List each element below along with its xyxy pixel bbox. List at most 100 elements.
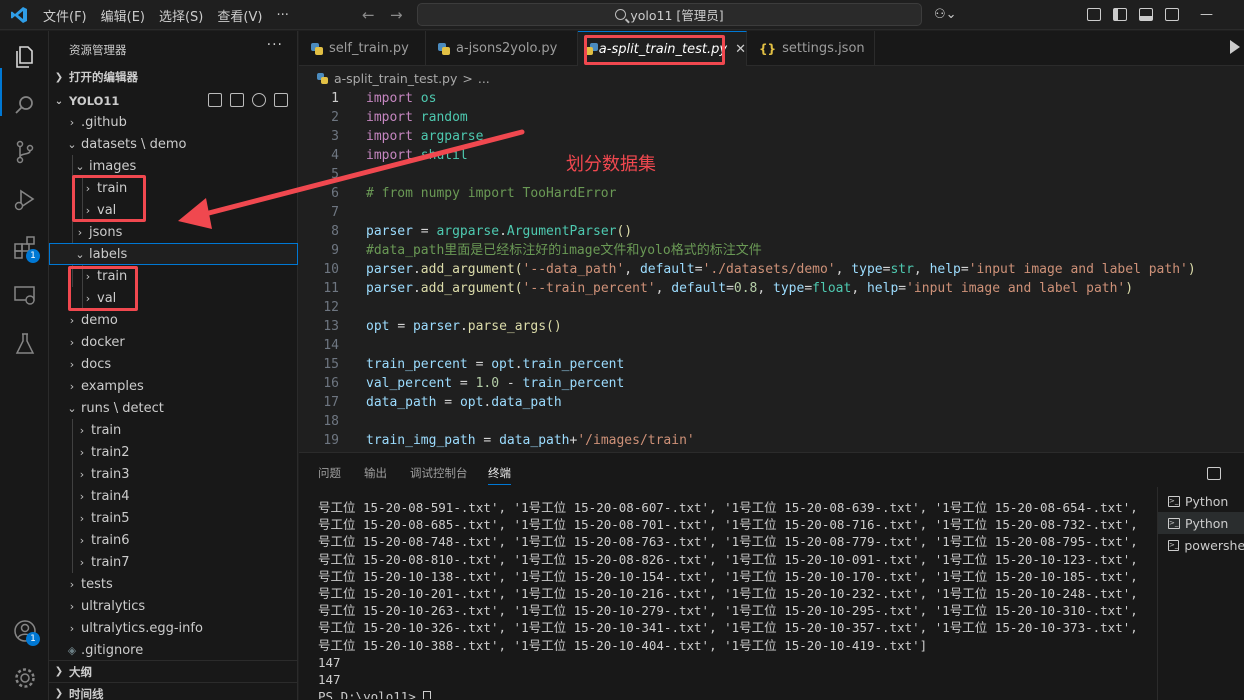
chevron-down-icon: ⌄ xyxy=(67,137,77,151)
terminal-prompt-line[interactable]: PS D:\yolo11> xyxy=(318,688,1138,699)
minimize-icon[interactable]: — xyxy=(1200,7,1213,22)
terminal-item-powershell[interactable]: >_ powershell xyxy=(1158,534,1244,556)
outline-section[interactable]: ❯ 大纲 xyxy=(49,660,298,682)
vscode-logo-icon[interactable] xyxy=(10,6,28,24)
tree-folder-labels-val[interactable]: › val xyxy=(49,287,298,309)
new-folder-icon[interactable] xyxy=(230,93,244,107)
terminal-output[interactable]: 号工位 15-20-08-591-.txt', '1号工位 15-20-08-6… xyxy=(318,499,1138,699)
terminal-line: 147 xyxy=(318,654,341,670)
breadcrumb: a-split_train_test.py > ... xyxy=(299,67,490,89)
menu-more[interactable]: ··· xyxy=(269,8,295,23)
collapse-all-icon[interactable] xyxy=(274,93,288,107)
tree-folder-train6[interactable]: › train6 xyxy=(49,529,298,551)
line-number: 9 xyxy=(331,243,339,258)
tree-folder-github[interactable]: › .github xyxy=(49,111,298,133)
toggle-secondary-sidebar-icon[interactable] xyxy=(1165,8,1179,21)
tree-folder-images[interactable]: ⌄ images xyxy=(49,155,298,177)
menu-selection[interactable]: 选择(S) xyxy=(152,6,210,25)
customize-layout-icon[interactable] xyxy=(1087,8,1101,21)
tree-folder-ultralytics[interactable]: › ultralytics xyxy=(49,595,298,617)
timeline-section[interactable]: ❯ 时间线 xyxy=(49,682,298,700)
line-number: 13 xyxy=(323,319,339,334)
close-icon[interactable]: ✕ xyxy=(735,42,746,57)
toggle-sidebar-icon[interactable] xyxy=(1113,8,1127,21)
tab-split-train-test[interactable]: a-split_train_test.py ✕ xyxy=(578,31,747,66)
menu-view[interactable]: 查看(V) xyxy=(210,6,269,25)
command-center[interactable]: yolo11 [管理员] xyxy=(417,3,922,26)
code-text: import shutil xyxy=(366,148,468,163)
open-editors-section[interactable]: ❯ 打开的编辑器 xyxy=(49,66,298,88)
tree-folder-examples[interactable]: › examples xyxy=(49,375,298,397)
copilot-icon[interactable]: ⚇⌄ xyxy=(934,7,957,22)
tree-folder-datasets-demo[interactable]: ⌄ datasets \ demo xyxy=(49,133,298,155)
breadcrumb-file[interactable]: a-split_train_test.py xyxy=(334,71,457,86)
tree-folder-images-train[interactable]: › train xyxy=(49,177,298,199)
panel-layout-icon[interactable] xyxy=(1207,467,1221,480)
line-number: 1 xyxy=(331,91,339,106)
tree-folder-demo[interactable]: › demo xyxy=(49,309,298,331)
active-indicator xyxy=(0,68,2,116)
code-text: # from numpy import TooHardError xyxy=(366,186,617,201)
run-icon[interactable] xyxy=(1230,40,1240,54)
line-number: 19 xyxy=(323,433,339,448)
panel-tab-output[interactable]: 输出 xyxy=(364,465,387,481)
tree-folder-labels[interactable]: ⌄ labels xyxy=(49,243,298,265)
tree-label: train7 xyxy=(91,554,130,570)
terminal-line: 号工位 15-20-08-685-.txt', '1号工位 15-20-08-7… xyxy=(318,517,1138,533)
terminal-list: >_ Python >_ Python >_ powershell xyxy=(1157,487,1244,700)
line-number: 6 xyxy=(331,186,339,201)
toggle-panel-icon[interactable] xyxy=(1139,8,1153,21)
menu-file[interactable]: 文件(F) xyxy=(36,6,94,25)
terminal-item-python-1[interactable]: >_ Python xyxy=(1158,490,1244,512)
breadcrumb-symbols[interactable]: ... xyxy=(478,71,490,86)
tree-file-gitignore[interactable]: ◈ .gitignore xyxy=(49,639,298,661)
gear-icon[interactable] xyxy=(12,665,38,691)
code-line: 5 xyxy=(299,165,1244,184)
tab-self-train[interactable]: self_train.py xyxy=(299,31,426,66)
tree-folder-train[interactable]: › train xyxy=(49,419,298,441)
workspace-root-section[interactable]: ⌄ YOLO11 xyxy=(49,90,298,112)
tree-label: examples xyxy=(81,378,144,394)
terminal-icon: >_ xyxy=(1168,539,1180,551)
tab-jsons2yolo[interactable]: a-jsons2yolo.py xyxy=(426,31,578,66)
terminal-item-label: Python xyxy=(1185,493,1229,509)
tree-folder-train3[interactable]: › train3 xyxy=(49,463,298,485)
new-file-icon[interactable] xyxy=(208,93,222,107)
code-line: 8 parser = argparse.ArgumentParser() xyxy=(299,222,1244,241)
panel-tab-terminal[interactable]: 终端 xyxy=(488,465,511,485)
source-control-icon[interactable] xyxy=(12,139,38,165)
back-arrow-icon[interactable]: ← xyxy=(362,6,375,24)
tree-folder-docker[interactable]: › docker xyxy=(49,331,298,353)
tree-folder-train2[interactable]: › train2 xyxy=(49,441,298,463)
testing-icon[interactable] xyxy=(12,331,38,357)
run-debug-icon[interactable] xyxy=(12,187,38,213)
tree-folder-jsons[interactable]: › jsons xyxy=(49,221,298,243)
tree-folder-runs-detect[interactable]: ⌄ runs \ detect xyxy=(49,397,298,419)
tree-folder-images-val[interactable]: › val xyxy=(49,199,298,221)
search-icon[interactable] xyxy=(12,92,38,118)
tree-folder-train4[interactable]: › train4 xyxy=(49,485,298,507)
code-editor[interactable]: 1 import os 2 import random 3 import argpar… xyxy=(299,89,1244,451)
tree-folder-docs[interactable]: › docs xyxy=(49,353,298,375)
tree-label: val xyxy=(97,290,117,306)
tree-folder-tests[interactable]: › tests xyxy=(49,573,298,595)
terminal-item-python-2[interactable]: >_ Python xyxy=(1158,512,1244,534)
tree-folder-ultralytics-egg-info[interactable]: › ultralytics.egg-info xyxy=(49,617,298,639)
menu-edit[interactable]: 编辑(E) xyxy=(94,6,152,25)
panel-tab-debug-console[interactable]: 调试控制台 xyxy=(410,465,468,481)
tree-folder-labels-train[interactable]: › train xyxy=(49,265,298,287)
sidebar-title: 资源管理器 xyxy=(69,43,127,57)
explorer-icon[interactable] xyxy=(12,44,38,70)
refresh-icon[interactable] xyxy=(252,93,266,107)
terminal-line: 号工位 15-20-08-748-.txt', '1号工位 15-20-08-7… xyxy=(318,534,1138,550)
remote-explorer-icon[interactable] xyxy=(12,283,38,309)
tree-label: labels xyxy=(89,246,128,262)
code-line: 9 #data_path里面是已经标注好的image文件和yolo格式的标注文件 xyxy=(299,241,1244,260)
tree-folder-train5[interactable]: › train5 xyxy=(49,507,298,529)
tree-folder-train7[interactable]: › train7 xyxy=(49,551,298,573)
more-actions-icon[interactable]: ··· xyxy=(267,37,283,53)
extensions-badge: 1 xyxy=(26,249,40,263)
forward-arrow-icon[interactable]: → xyxy=(390,6,403,24)
tab-settings-json[interactable]: {} settings.json xyxy=(747,31,875,66)
panel-tab-problems[interactable]: 问题 xyxy=(318,465,341,481)
